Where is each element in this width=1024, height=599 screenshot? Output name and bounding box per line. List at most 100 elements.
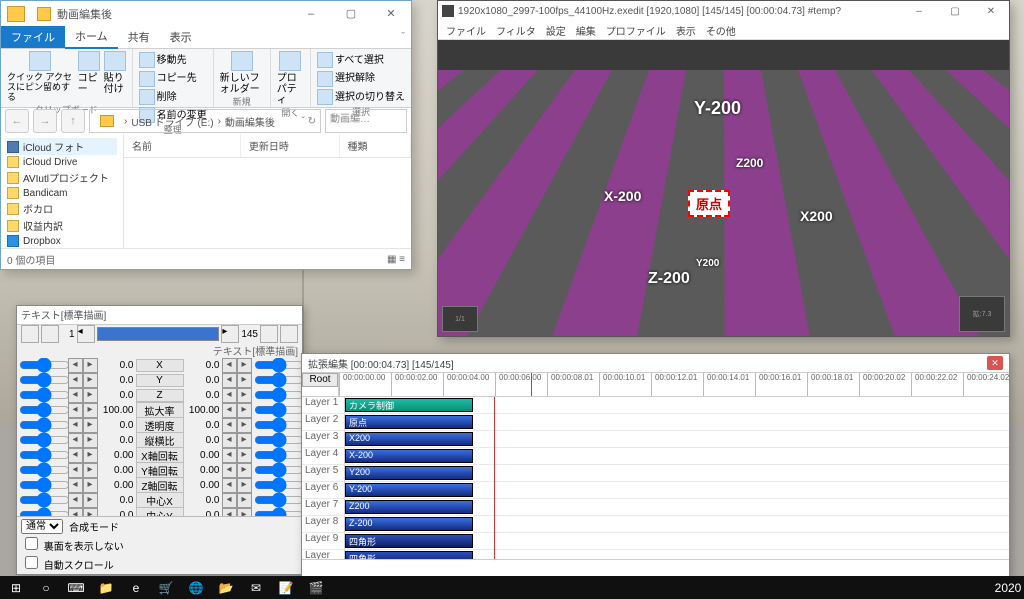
spin-down[interactable]: ◂ <box>222 448 237 463</box>
timeline-object[interactable]: Y-200 <box>345 483 473 497</box>
timeline-rows[interactable]: Layer 1カメラ制御Layer 2原点Layer 3X200Layer 4X… <box>302 397 1009 559</box>
paste-button[interactable]: 貼り付け <box>104 51 126 95</box>
ribbon-tab-view[interactable]: 表示 <box>160 26 202 48</box>
layer-row[interactable]: Layer 8Z-200 <box>302 516 1009 533</box>
menu-item[interactable]: 編集 <box>576 23 596 38</box>
value-left[interactable]: 0.00 <box>98 480 136 491</box>
new-folder-button[interactable]: 新しいフォルダー <box>220 51 264 95</box>
tool-button[interactable] <box>260 325 278 343</box>
param-label[interactable]: Y <box>136 374 184 387</box>
layer-label[interactable]: Layer 9 <box>302 533 345 549</box>
timeline-object[interactable]: 原点 <box>345 415 473 429</box>
spin-up[interactable]: ▸ <box>83 448 98 463</box>
spin-up[interactable]: ▸ <box>237 433 252 448</box>
value-left[interactable]: 0.0 <box>98 495 136 506</box>
value-right[interactable]: 0.0 <box>184 375 222 386</box>
close-button[interactable]: ✕ <box>987 356 1003 370</box>
spin-up[interactable]: ▸ <box>83 508 98 516</box>
layer-track[interactable]: Z-200 <box>345 516 1009 532</box>
layer-row[interactable]: Layer 5Y200 <box>302 465 1009 482</box>
param-label[interactable]: Z <box>136 389 184 402</box>
layer-track[interactable]: 四角形 <box>345 550 1009 559</box>
spin-up[interactable]: ▸ <box>83 418 98 433</box>
value-left[interactable]: 0.0 <box>98 375 136 386</box>
spin-up[interactable]: ▸ <box>83 403 98 418</box>
timeline-object[interactable]: Y200 <box>345 466 473 480</box>
maximize-button[interactable]: ▢ <box>937 1 973 21</box>
layer-track[interactable]: 原点 <box>345 414 1009 430</box>
spin-up[interactable]: ▸ <box>237 373 252 388</box>
close-button[interactable]: ✕ <box>973 1 1009 21</box>
spin-up[interactable]: ▸ <box>83 373 98 388</box>
layer-track[interactable]: X-200 <box>345 448 1009 464</box>
slider-left[interactable] <box>17 505 68 516</box>
file-list[interactable]: 名前 更新日時 種類 <box>124 134 411 248</box>
spin-down[interactable]: ◂ <box>68 418 83 433</box>
spin-down[interactable]: ◂ <box>68 448 83 463</box>
layer-label[interactable]: Layer 4 <box>302 448 345 464</box>
menu-item[interactable]: フィルタ <box>496 23 536 38</box>
spin-down[interactable]: ◂ <box>68 358 83 373</box>
panel-title[interactable]: テキスト[標準描画] <box>17 306 302 325</box>
spin-down[interactable]: ◂ <box>222 493 237 508</box>
tree-item[interactable]: ボカロ <box>7 200 117 217</box>
ribbon-collapse-icon[interactable]: ˇ <box>401 31 405 43</box>
spin-down[interactable]: ◂ <box>222 358 237 373</box>
spin-down[interactable]: ◂ <box>68 388 83 403</box>
layer-label[interactable]: Layer 8 <box>302 516 345 532</box>
back-button[interactable]: ← <box>5 109 29 133</box>
layer-row[interactable]: Layer 7Z200 <box>302 499 1009 516</box>
value-right[interactable]: 0.0 <box>184 495 222 506</box>
ribbon-tab-home[interactable]: ホーム <box>65 25 118 49</box>
spin-up[interactable]: ▸ <box>237 478 252 493</box>
param-label[interactable]: X <box>136 359 184 372</box>
timeline-object[interactable]: Z-200 <box>345 517 473 531</box>
playhead[interactable] <box>494 397 495 559</box>
timeline-object[interactable]: 四角形 <box>345 551 473 559</box>
move-to-button[interactable]: 移動先 <box>139 51 187 68</box>
tree-item[interactable]: iCloud フォト <box>7 138 117 155</box>
explorer-titlebar[interactable]: 動画編集後 – ▢ ✕ <box>1 1 411 26</box>
menu-item[interactable]: 表示 <box>676 23 696 38</box>
spin-up[interactable]: ▸ <box>83 478 98 493</box>
value-right[interactable]: 0.0 <box>184 420 222 431</box>
close-button[interactable]: ✕ <box>371 3 411 25</box>
prev-frame-button[interactable]: ◂ <box>77 325 95 343</box>
tree-item[interactable]: Dropbox <box>7 234 117 248</box>
spin-up[interactable]: ▸ <box>83 433 98 448</box>
value-right[interactable]: 0.00 <box>184 480 222 491</box>
spin-down[interactable]: ◂ <box>68 433 83 448</box>
taskbar-item[interactable]: 📁 <box>96 578 116 598</box>
forward-button[interactable]: → <box>33 109 57 133</box>
tree-item[interactable]: iCloud Drive <box>7 155 117 169</box>
layer-track[interactable]: X200 <box>345 431 1009 447</box>
spin-up[interactable]: ▸ <box>237 358 252 373</box>
spin-down[interactable]: ◂ <box>222 373 237 388</box>
pin-button[interactable]: クイック アクセスにピン留めする <box>7 51 74 103</box>
spin-up[interactable]: ▸ <box>83 358 98 373</box>
tool-button[interactable] <box>280 325 298 343</box>
taskbar-item[interactable]: 📂 <box>216 578 236 598</box>
up-button[interactable]: ↑ <box>61 109 85 133</box>
properties-button[interactable]: プロパティ <box>277 51 304 106</box>
spin-down[interactable]: ◂ <box>222 403 237 418</box>
value-left[interactable]: 0.0 <box>98 360 136 371</box>
breadcrumb-item[interactable]: USB ドライブ (E:) <box>131 114 213 129</box>
blend-mode-select[interactable]: 通常 <box>21 519 63 534</box>
menu-item[interactable]: ファイル <box>446 23 486 38</box>
param-label[interactable]: 中心Y <box>136 507 184 516</box>
col-type[interactable]: 種類 <box>340 134 411 157</box>
taskbar-item[interactable]: ⌨ <box>66 578 86 598</box>
layer-row[interactable]: Layer 1カメラ制御 <box>302 397 1009 414</box>
taskbar[interactable]: ⊞○⌨📁e🛒🌐📂✉📝🎬2020 <box>0 576 1024 599</box>
spin-down[interactable]: ◂ <box>68 373 83 388</box>
frame-scrubber[interactable] <box>97 327 220 341</box>
taskbar-item[interactable]: 🎬 <box>306 578 326 598</box>
spin-up[interactable]: ▸ <box>237 463 252 478</box>
spin-up[interactable]: ▸ <box>237 508 252 516</box>
spin-up[interactable]: ▸ <box>83 388 98 403</box>
tree-item[interactable]: 収益内訳 <box>7 217 117 234</box>
root-button[interactable]: Root <box>302 373 338 387</box>
col-name[interactable]: 名前 <box>124 134 241 157</box>
layer-label[interactable]: Layer 10 <box>302 550 345 559</box>
